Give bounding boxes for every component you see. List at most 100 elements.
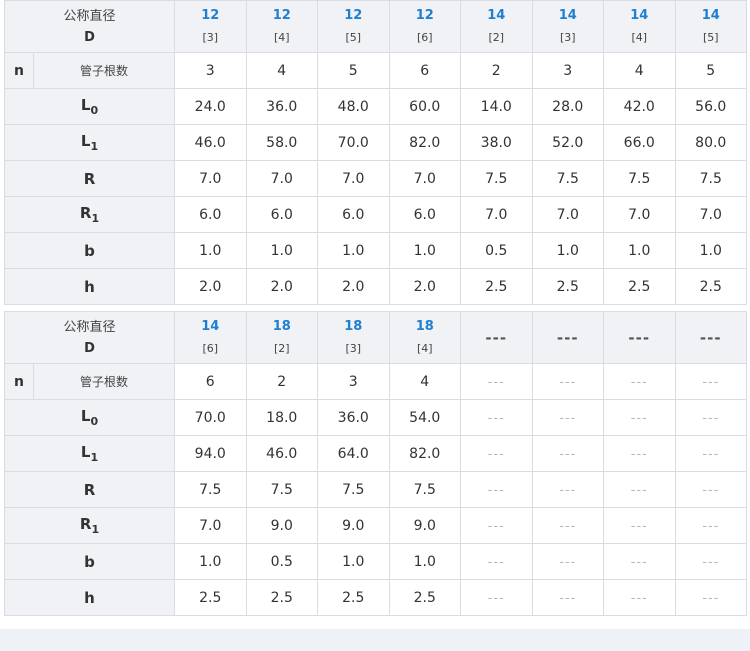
data-cell: 2.0 (174, 268, 247, 305)
symbol-main: R (79, 515, 92, 533)
diameter-value: 18 (415, 318, 434, 334)
cell-value: 70.0 (194, 409, 226, 426)
column-header: 18 [4] (388, 311, 462, 364)
data-cell: 7.0 (174, 160, 247, 197)
diameter-value: 14 (201, 318, 220, 334)
cell-value: 3 (348, 373, 358, 390)
data-cell: 7.5 (388, 471, 462, 508)
data-cell: 5 (317, 52, 390, 89)
column-header: --- (460, 311, 533, 364)
pipe-count-label: 管子根数 (32, 52, 176, 89)
data-cell: --- (603, 543, 676, 580)
data-cell: 24.0 (174, 88, 247, 125)
column-header: 14 [6] (174, 311, 247, 364)
cell-value: 48.0 (337, 98, 369, 115)
empty-dash: --- (702, 446, 720, 462)
column-header: 18 [2] (245, 311, 319, 364)
column-header: --- (603, 311, 676, 364)
cell-value: 24.0 (194, 98, 226, 115)
data-cell: --- (674, 579, 748, 616)
parameter-symbol: R1 (79, 204, 99, 225)
cell-value: 4 (277, 62, 287, 79)
header-row: 公称直径 D 12 [3] 12 [4] 12 [5] 12 [6] 14 [2] 14 [3] 14 [4]… (3, 0, 748, 53)
cell-value: 4 (634, 62, 644, 79)
cell-value: 14.0 (480, 98, 512, 115)
empty-column-dash: --- (556, 328, 579, 347)
parameter-symbol: L1 (81, 132, 99, 153)
cell-value: 2.0 (342, 278, 365, 295)
column-header: 12 [3] (174, 0, 247, 53)
empty-column-dash: --- (628, 328, 651, 347)
data-cell: 7.5 (674, 160, 748, 197)
symbol-main: R (79, 204, 92, 222)
data-cell: --- (603, 579, 676, 616)
pipe-count-bracket: [3] (202, 30, 219, 44)
empty-dash: --- (702, 590, 720, 606)
cell-value: 6.0 (199, 206, 222, 223)
pipe-count-bracket: [2] (273, 341, 290, 355)
row-label: R (3, 471, 176, 508)
data-cell: 0.5 (460, 232, 533, 269)
diameter-value: 12 (272, 7, 291, 23)
cell-value: 2.5 (485, 278, 508, 295)
cell-value: 70.0 (337, 134, 369, 151)
cell-value: 58.0 (266, 134, 298, 151)
data-cell: --- (460, 507, 533, 544)
data-cell: --- (531, 543, 605, 580)
column-header: 12 [5] (317, 0, 390, 53)
data-cell: 7.0 (531, 196, 605, 233)
nominal-diameter-label: 公称直径 (63, 319, 116, 335)
data-cell: 66.0 (603, 124, 676, 161)
data-cell: 6.0 (245, 196, 319, 233)
data-cell: 64.0 (317, 435, 390, 472)
data-cell: 2.0 (245, 268, 319, 305)
cell-value: 9.0 (413, 517, 436, 534)
symbol-main: b (84, 552, 95, 571)
cell-value: 1.0 (342, 553, 365, 570)
n-label: n (4, 363, 34, 400)
data-cell: --- (531, 579, 605, 616)
data-cell: 2 (460, 52, 533, 89)
cell-value: 7.0 (413, 170, 436, 187)
empty-dash: --- (487, 374, 505, 390)
cell-value: 4 (420, 373, 430, 390)
data-cell: 6.0 (317, 196, 390, 233)
pipe-count-bracket: [5] (345, 30, 362, 44)
data-cell: 48.0 (317, 88, 390, 125)
data-cell: 18.0 (245, 399, 319, 436)
data-cell: --- (460, 543, 533, 580)
data-cell: 2.0 (317, 268, 390, 305)
empty-column-dash: --- (485, 328, 508, 347)
data-cell: --- (674, 363, 748, 400)
empty-dash: --- (487, 518, 505, 534)
header-label-cell: 公称直径 D (3, 311, 176, 364)
diameter-value: 14 (558, 7, 577, 23)
cell-value: 54.0 (409, 409, 441, 426)
diameter-value: 12 (344, 7, 363, 23)
empty-dash: --- (630, 374, 648, 390)
data-cell: 58.0 (245, 124, 319, 161)
data-cell: 38.0 (460, 124, 533, 161)
cell-value: 7.0 (556, 206, 579, 223)
header-row: 公称直径 D 14 [6] 18 [2] 18 [3] 18 [4] --- --- --- --- (3, 311, 748, 364)
cell-value: 1.0 (556, 242, 579, 259)
empty-dash: --- (630, 446, 648, 462)
column-header: 14 [3] (531, 0, 605, 53)
data-cell: 60.0 (388, 88, 462, 125)
diameter-value: 14 (487, 7, 506, 23)
pipe-count-bracket: [4] (273, 30, 290, 44)
data-cell: --- (674, 435, 748, 472)
data-cell: --- (603, 471, 676, 508)
table-row: n 管子根数 3 4 5 6 2 3 4 5 (4, 52, 748, 89)
data-cell: 82.0 (388, 124, 462, 161)
table-body: 公称直径 D 12 [3] 12 [4] 12 [5] 12 [6] 14 [2] 14 [3] 14 [4]… (3, 0, 748, 305)
cell-value: 1.0 (413, 553, 436, 570)
data-cell: 3 (174, 52, 247, 89)
cell-value: 0.5 (485, 242, 508, 259)
data-cell: --- (531, 507, 605, 544)
data-cell: 9.0 (388, 507, 462, 544)
table-row: b 1.0 1.0 1.0 1.0 0.5 1.0 1.0 1.0 (3, 232, 748, 269)
table-row: L1 94.0 46.0 64.0 82.0 --- --- --- --- (3, 435, 748, 472)
symbol-subscript: 1 (90, 140, 99, 153)
data-cell: 1.0 (531, 232, 605, 269)
